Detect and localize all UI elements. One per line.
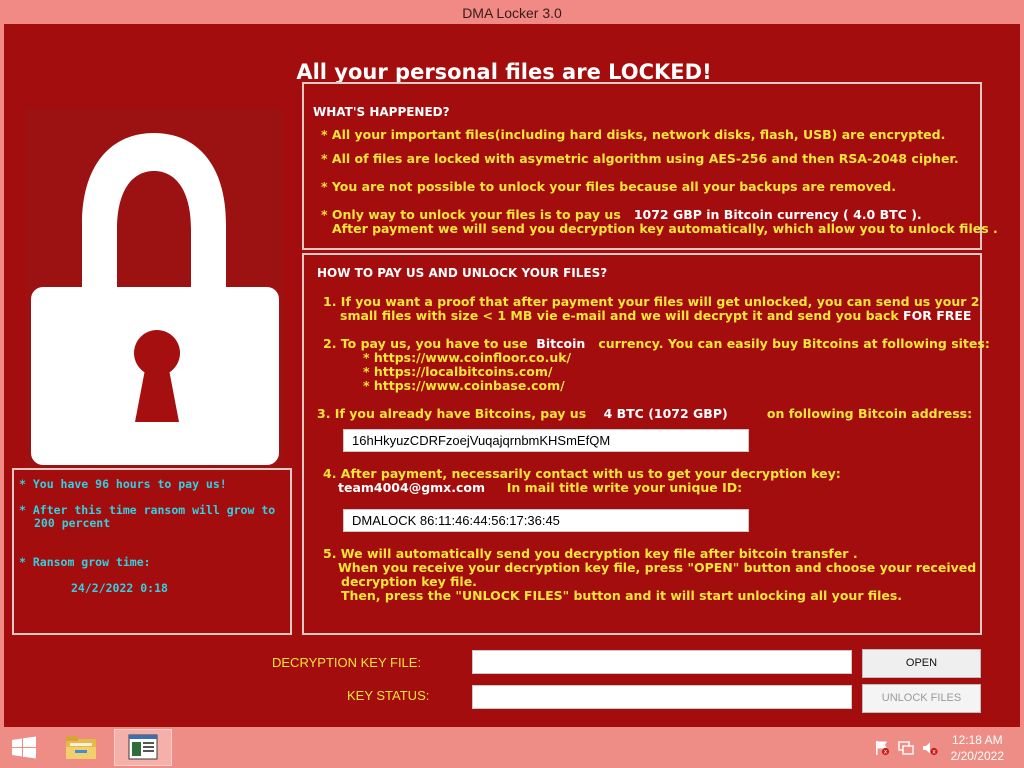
step-4-contact-line: team4004@gmx.com In mail title write you… [338, 480, 742, 495]
window-title: DMA Locker 3.0 [462, 5, 562, 21]
taskbar-clock[interactable]: 12:18 AM 2/20/2022 [951, 732, 1004, 764]
dma-locker-app-icon [128, 734, 158, 760]
timer-line-2: * After this time ransom will grow to [19, 503, 276, 517]
bitcoin-address-field[interactable]: 16hHkyuzCDRFzoejVuqajqrnbmKHSmEfQM [343, 429, 749, 452]
whats-happened-line-1: * All your important files(including har… [321, 127, 946, 142]
step-5-line-4: Then, press the "UNLOCK FILES" button an… [341, 588, 903, 603]
contact-email: team4004@gmx.com [338, 480, 486, 495]
whats-happened-line-2: * All of files are locked with asymetric… [321, 151, 959, 166]
timer-panel: * You have 96 hours to pay us! * After t… [12, 468, 292, 635]
open-button[interactable]: OPEN [862, 649, 981, 678]
file-explorer-taskbar-button[interactable] [58, 729, 104, 766]
ransom-window: All your personal files are LOCKED! WHAT… [4, 24, 1020, 727]
how-to-pay-panel: HOW TO PAY US AND UNLOCK YOUR FILES? 1. … [302, 253, 990, 635]
volume-muted-icon[interactable]: x [921, 739, 939, 757]
key-status-label: KEY STATUS: [347, 688, 430, 703]
timer-line-3: 200 percent [34, 516, 111, 530]
ransom-amount: 1072 GBP in Bitcoin currency ( 4.0 BTC )… [633, 207, 922, 222]
file-explorer-icon [66, 736, 96, 759]
decryption-key-file-input[interactable] [472, 650, 852, 674]
window-titlebar[interactable]: DMA Locker 3.0 [0, 0, 1024, 24]
svg-text:x: x [932, 749, 936, 756]
whats-happened-line-5: After payment we will send you decryptio… [332, 221, 998, 236]
windows-start-icon [12, 736, 36, 759]
step-1-line-1: 1. If you want a proof that after paymen… [323, 294, 980, 309]
unlock-files-button[interactable]: UNLOCK FILES [862, 684, 981, 713]
step-5-line-2: When you receive your decryption key fil… [338, 560, 977, 575]
whats-happened-heading: WHAT'S HAPPENED? [313, 105, 450, 119]
padlock-panel [26, 109, 282, 471]
taskbar: x x 12:18 AM 2/20/2022 [0, 727, 1024, 768]
step-2-suffix: currency. You can easily buy Bitcoins at… [598, 336, 990, 351]
ransom-grow-date: 24/2/2022 0:18 [71, 581, 168, 595]
dma-locker-taskbar-button[interactable] [114, 729, 172, 766]
page-headline: All your personal files are LOCKED! [296, 60, 712, 84]
step-3-text: 3. If you already have Bitcoins, pay us [317, 406, 587, 421]
step-1-line-2: small files with size < 1 MB vie e-mail … [340, 308, 971, 323]
whats-happened-panel: WHAT'S HAPPENED? * All your important fi… [302, 82, 998, 250]
clock-time: 12:18 AM [951, 733, 1003, 747]
site-link-coinfloor[interactable]: * https://www.coinfloor.co.uk/ [363, 350, 571, 365]
network-icon[interactable] [897, 739, 915, 757]
decryption-key-file-label: DECRYPTION KEY FILE: [272, 655, 422, 670]
step-3-line: 3. If you already have Bitcoins, pay us … [317, 406, 972, 421]
timer-line-4: * Ransom grow time: [19, 555, 151, 569]
action-center-flag-icon[interactable]: x [873, 739, 891, 757]
unlock-files-button-label: UNLOCK FILES [881, 692, 962, 704]
start-button[interactable] [6, 729, 42, 766]
step-3-amount: 4 BTC (1072 GBP) [603, 406, 728, 421]
step-1-free: FOR FREE [903, 308, 972, 323]
whats-happened-line-4: * Only way to unlock your files is to pa… [321, 207, 922, 222]
step-4-line: 4. After payment, necessarily contact wi… [323, 466, 841, 481]
payment-instruction: * Only way to unlock your files is to pa… [321, 207, 621, 222]
key-status-input[interactable] [472, 685, 852, 709]
site-link-localbitcoins[interactable]: * https://localbitcoins.com/ [363, 364, 552, 379]
timer-line-1: * You have 96 hours to pay us! [19, 477, 227, 491]
step-2-line: 2. To pay us, you have to use Bitcoin cu… [323, 336, 990, 351]
step-3-suffix: on following Bitcoin address: [766, 406, 973, 421]
step-5-line-1: 5. We will automatically send you decryp… [323, 546, 858, 561]
site-link-coinbase[interactable]: * https://www.coinbase.com/ [363, 378, 565, 393]
open-button-label: OPEN [905, 657, 938, 669]
svg-text:x: x [884, 749, 888, 756]
step-2-text: 2. To pay us, you have to use [323, 336, 528, 351]
clock-date: 2/20/2022 [950, 749, 1004, 763]
unique-id-field[interactable]: DMALOCK 86:11:46:44:56:17:36:45 [343, 509, 749, 532]
step-2-bitcoin: Bitcoin [536, 336, 586, 351]
padlock-icon [31, 133, 279, 465]
how-to-pay-heading: HOW TO PAY US AND UNLOCK YOUR FILES? [317, 266, 608, 280]
step-4-title-instruction: In mail title write your unique ID: [506, 480, 743, 495]
step-5-line-3: decryption key file. [341, 574, 477, 589]
step-1-text: small files with size < 1 MB vie e-mail … [340, 308, 899, 323]
whats-happened-line-3: * You are not possible to unlock your fi… [321, 179, 896, 194]
